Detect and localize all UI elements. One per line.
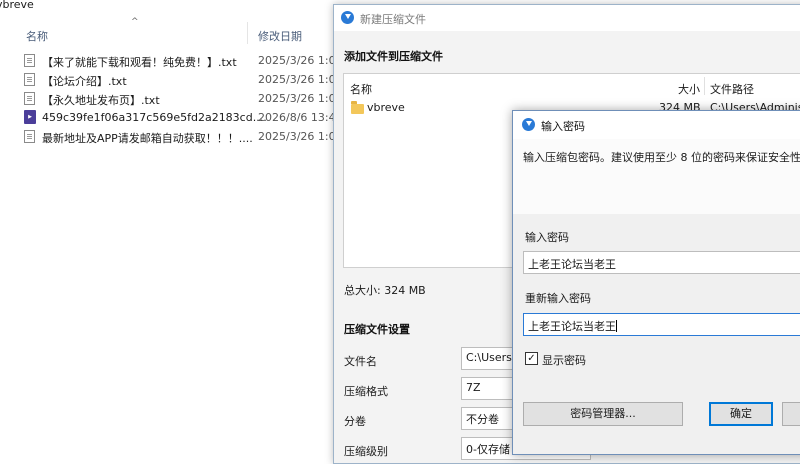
archive-dialog-title: 新建压缩文件	[360, 13, 426, 26]
file-date: 2025/3/26 1:08	[258, 130, 343, 143]
password-dialog-title: 输入密码	[541, 120, 585, 133]
format-label: 压缩格式	[344, 385, 388, 398]
show-password-checkbox[interactable]: ✓	[525, 352, 538, 365]
settings-heading: 压缩文件设置	[344, 323, 410, 336]
password-value: 上老王论坛当老王	[528, 258, 616, 271]
password-description: 输入压缩包密码。建议使用至少 8 位的密码来保证安全性。	[523, 151, 800, 164]
password-label: 输入密码	[525, 231, 569, 244]
add-files-heading: 添加文件到压缩文件	[344, 50, 443, 63]
archive-titlebar[interactable]: 新建压缩文件	[334, 5, 800, 31]
file-name: 【论坛介绍】.txt	[42, 75, 127, 88]
list-header-size[interactable]: 大小	[678, 81, 700, 97]
text-file-icon	[24, 73, 35, 86]
file-date: 2026/8/6 13:47	[258, 111, 343, 124]
cancel-button[interactable]	[782, 402, 800, 426]
file-name: 【来了就能下载和观看！纯免费！】.txt	[42, 56, 237, 69]
app-logo-icon	[341, 11, 354, 24]
filename-label: 文件名	[344, 355, 377, 368]
file-date: 2025/3/26 1:08	[258, 73, 343, 86]
column-divider	[704, 77, 705, 95]
item-name: vbreve	[367, 101, 405, 114]
password-dialog: 输入密码 输入压缩包密码。建议使用至少 8 位的密码来保证安全性。 输入密码 上…	[512, 110, 800, 455]
password-description-area: 输入压缩包密码。建议使用至少 8 位的密码来保证安全性。	[513, 139, 800, 214]
split-label: 分卷	[344, 415, 366, 428]
column-header-date[interactable]: 修改日期	[258, 28, 302, 44]
list-header-path[interactable]: 文件路径	[710, 81, 754, 97]
column-header-name[interactable]: 名称	[26, 28, 48, 44]
text-caret	[616, 320, 617, 332]
folder-icon	[351, 101, 364, 114]
file-row[interactable]: 【来了就能下载和观看！纯免费！】.txt 2025/3/26 1:07	[24, 52, 344, 70]
ok-button[interactable]: 确定	[709, 402, 773, 426]
column-divider	[247, 22, 248, 44]
text-file-icon	[24, 54, 35, 67]
text-file-icon	[24, 92, 35, 105]
file-row[interactable]: 最新地址及APP请发邮箱自动获取！！！.... 2025/3/26 1:08	[24, 128, 344, 146]
file-explorer: vbreve ^ 名称 修改日期 【来了就能下载和观看！纯免费！】.txt 20…	[0, 0, 343, 448]
file-row[interactable]: 【永久地址发布页】.txt 2025/3/26 1:08	[24, 90, 344, 108]
file-name: 459c39fe1f06a317c569e5fd2a2183cd....	[42, 111, 267, 124]
file-row[interactable]: 【论坛介绍】.txt 2025/3/26 1:08	[24, 71, 344, 89]
confirm-password-input[interactable]: 上老王论坛当老王	[523, 313, 800, 336]
list-header-name[interactable]: 名称	[350, 81, 372, 97]
file-name: 最新地址及APP请发邮箱自动获取！！！....	[42, 132, 253, 145]
app-logo-icon	[522, 118, 535, 131]
total-size: 总大小: 324 MB	[344, 284, 426, 297]
confirm-password-value: 上老王论坛当老王	[528, 320, 616, 333]
video-file-icon: ▶	[24, 110, 36, 124]
password-titlebar[interactable]: 输入密码	[513, 111, 800, 139]
text-file-icon	[24, 130, 35, 143]
confirm-password-label: 重新输入密码	[525, 292, 591, 305]
file-name: 【永久地址发布页】.txt	[42, 94, 160, 107]
sort-ascending-icon[interactable]: ^	[131, 17, 139, 27]
level-label: 压缩级别	[344, 445, 388, 458]
file-row[interactable]: ▶ 459c39fe1f06a317c569e5fd2a2183cd.... 2…	[24, 109, 344, 127]
password-manager-button[interactable]: 密码管理器...	[523, 402, 683, 426]
file-date: 2025/3/26 1:07	[258, 54, 343, 67]
password-input[interactable]: 上老王论坛当老王	[523, 251, 800, 274]
folder-title: vbreve	[0, 0, 34, 11]
show-password-label[interactable]: 显示密码	[542, 352, 586, 368]
file-date: 2025/3/26 1:08	[258, 92, 343, 105]
